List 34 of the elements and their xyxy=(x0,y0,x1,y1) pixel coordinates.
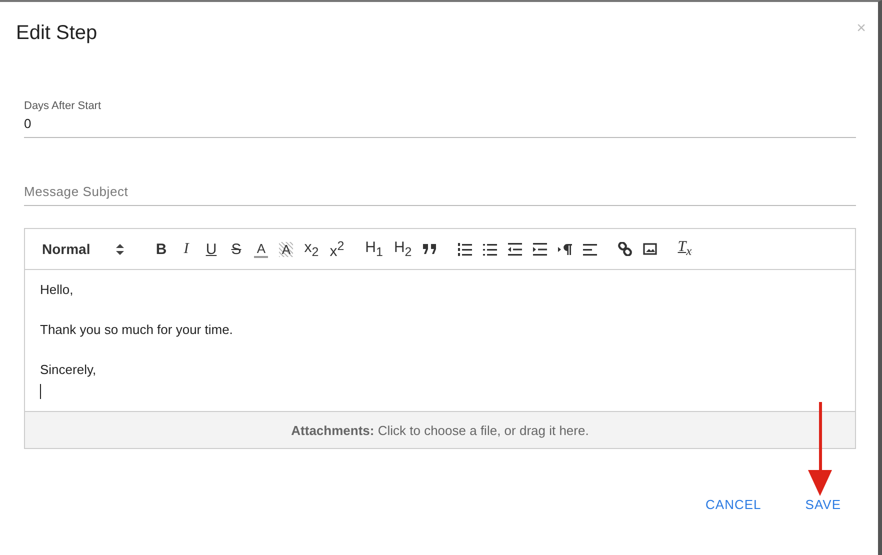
underline-button[interactable]: U xyxy=(204,240,218,258)
outdent-icon[interactable] xyxy=(508,242,522,256)
align-icon[interactable] xyxy=(582,242,597,256)
message-line: Hello, xyxy=(40,281,74,299)
message-line: Thank you so much for your time. xyxy=(40,321,234,339)
numbered-list-icon[interactable] xyxy=(458,242,472,256)
image-icon[interactable] xyxy=(642,243,657,255)
strikethrough-button[interactable]: S xyxy=(229,240,244,258)
bold-button[interactable]: B xyxy=(154,240,168,258)
caret-icon xyxy=(116,244,124,254)
toolbar-button[interactable]: x$_{2}$ xyxy=(304,239,319,259)
field-label: Days After Start xyxy=(24,100,102,112)
link-icon[interactable] xyxy=(618,242,632,256)
input-field[interactable]: 0 xyxy=(24,114,856,138)
indent-icon[interactable] xyxy=(532,242,547,256)
message-line: Sincerely, xyxy=(40,361,98,379)
quote-icon[interactable] xyxy=(422,244,437,254)
italic-button[interactable]: I xyxy=(179,240,194,258)
input-field[interactable]: Message Subject xyxy=(24,182,856,206)
toolbar-button[interactable]: H$_{2}$ xyxy=(394,239,412,259)
cancel-button[interactable]: CANCEL xyxy=(706,497,762,512)
toolbar-button[interactable]: x$^{2}$ xyxy=(330,238,344,260)
paragraph-icon[interactable] xyxy=(558,242,572,256)
message-editor[interactable]: Hello, Thank you so much for your time. Sincerely, xyxy=(25,270,855,411)
attachment-drop-zone[interactable]: Attachments: Click to choose a file, or drag it here. xyxy=(25,411,855,448)
save-button[interactable]: SAVE xyxy=(805,497,841,512)
toolbar-button[interactable]: H$_{1}$ xyxy=(365,239,383,259)
bullet-list-icon[interactable] xyxy=(482,242,497,256)
background-color-button[interactable]: A xyxy=(279,242,294,256)
format-dropdown[interactable]: Normal xyxy=(42,241,124,257)
text-color-button[interactable]: A xyxy=(254,240,268,258)
clear-format-button[interactable]: T$_{x}$ xyxy=(678,239,692,259)
attachment-text: Attachments: Click to choose a file, or drag it here. xyxy=(291,422,589,438)
dialog-title: Edit Step xyxy=(16,22,98,45)
